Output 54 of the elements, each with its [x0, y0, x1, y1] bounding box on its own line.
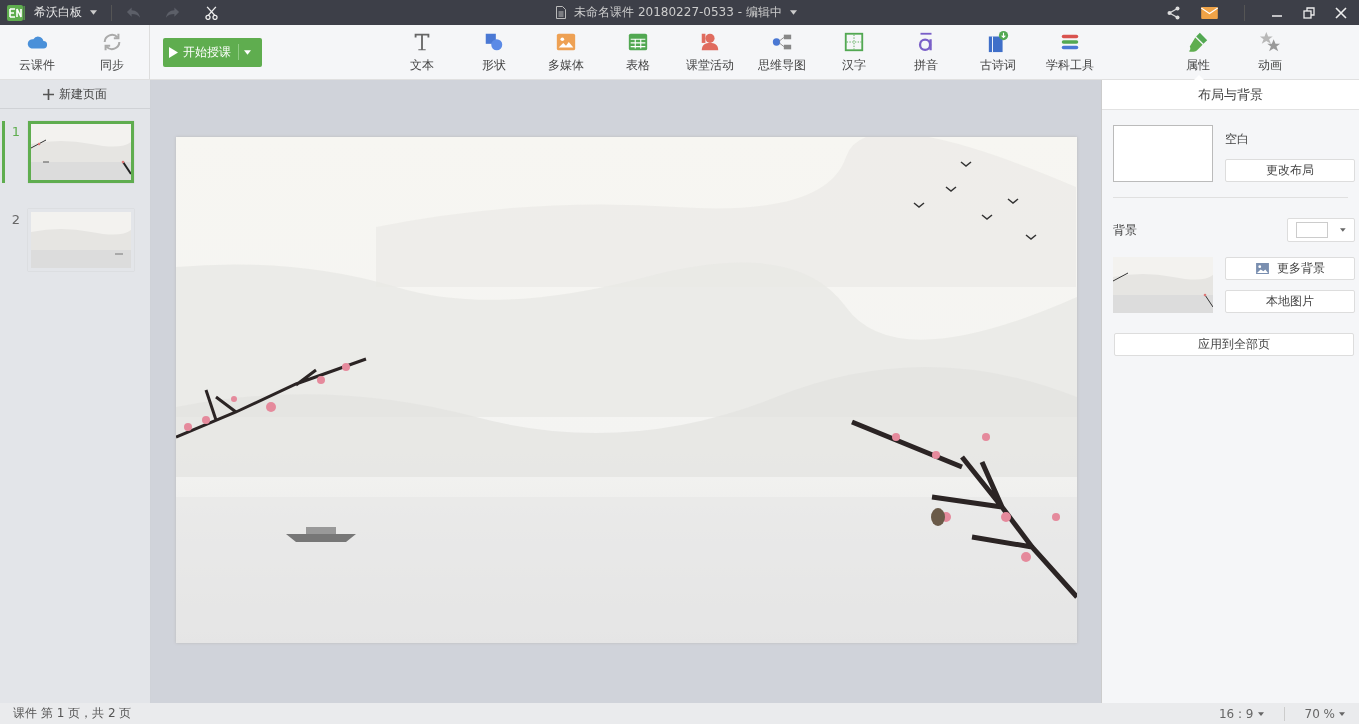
mail-icon[interactable] — [1201, 6, 1218, 19]
activity-tool-button[interactable]: 课堂活动 — [680, 30, 740, 74]
caret-icon[interactable] — [789, 10, 797, 15]
apply-to-all-button[interactable]: 应用到全部页 — [1114, 333, 1354, 356]
layout-name: 空白 — [1225, 131, 1250, 148]
new-page-button[interactable]: 新建页面 — [0, 80, 150, 109]
caret-icon — [1257, 711, 1264, 716]
image-icon — [1255, 263, 1269, 274]
shape-tool-button[interactable]: 形状 — [464, 30, 524, 74]
cloud-button[interactable]: 云课件 — [7, 30, 68, 74]
page-number: 1 — [10, 124, 22, 139]
caret-icon — [1339, 711, 1345, 716]
pinyin-tool-button[interactable]: 拼音 — [896, 30, 956, 74]
caret-icon — [244, 49, 251, 55]
change-layout-button[interactable]: 更改布局 — [1225, 159, 1355, 182]
restore-icon[interactable] — [1303, 6, 1315, 19]
animation-tab[interactable]: 动画 — [1240, 25, 1300, 79]
subject-tool-button[interactable]: 学科工具 — [1040, 30, 1100, 74]
grid-icon — [843, 30, 865, 53]
scissors-icon[interactable] — [204, 5, 219, 20]
slide-thumbnail[interactable] — [28, 121, 134, 183]
local-image-button[interactable]: 本地图片 — [1225, 290, 1355, 313]
page-info: 课件 第 1 页，共 2 页 — [13, 705, 132, 722]
caret-icon[interactable] — [90, 10, 97, 15]
text-tool-button[interactable]: 文本 — [392, 30, 452, 74]
book-icon — [987, 30, 1009, 53]
zoom-dropdown[interactable]: 70 % — [1304, 706, 1345, 721]
sync-button[interactable]: 同步 — [81, 30, 142, 74]
mindmap-tool-button[interactable]: 思维导图 — [752, 30, 812, 74]
slide-thumbnail[interactable] — [28, 209, 134, 271]
panel-title: 布局与背景 — [1102, 80, 1359, 110]
app-name[interactable]: 希沃白板 — [34, 4, 82, 21]
stars-icon — [1259, 30, 1281, 53]
page-number: 2 — [10, 212, 22, 227]
share-icon[interactable] — [1166, 5, 1181, 20]
poem-tool-button[interactable]: 古诗词 — [968, 30, 1028, 74]
window-title: 未命名课件 20180227-0533 - 编辑中 — [574, 4, 782, 21]
hanzi-tool-button[interactable]: 汉字 — [824, 30, 884, 74]
table-tool-button[interactable]: 表格 — [608, 30, 668, 74]
app-logo-icon — [6, 4, 26, 21]
aspect-ratio-dropdown[interactable]: 16 : 9 — [1218, 706, 1264, 721]
caret-icon — [1340, 228, 1346, 232]
background-label: 背景 — [1113, 221, 1137, 239]
more-backgrounds-button[interactable]: 更多背景 — [1225, 257, 1355, 280]
color-dropdown[interactable] — [1287, 218, 1355, 242]
brush-icon — [1187, 30, 1209, 53]
media-tool-button[interactable]: 多媒体 — [536, 30, 596, 74]
properties-tab[interactable]: 属性 — [1168, 25, 1228, 79]
selection-bar — [2, 121, 5, 183]
plus-icon — [43, 88, 54, 100]
document-icon — [556, 6, 567, 19]
close-icon[interactable] — [1335, 6, 1347, 19]
background-thumbnail[interactable] — [1113, 257, 1213, 313]
play-icon — [169, 46, 178, 58]
